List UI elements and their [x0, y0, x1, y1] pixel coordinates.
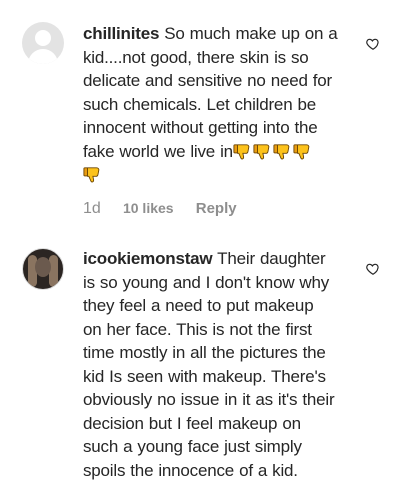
avatar[interactable]	[22, 22, 64, 64]
comment-line: is so young and I don't know why	[83, 272, 330, 292]
avatar-face-shape	[35, 257, 51, 277]
comment-line: fake world we live in	[83, 141, 233, 161]
comment-text: chillinites So much make up on a kid....…	[83, 22, 368, 187]
reply-button[interactable]: Reply	[196, 200, 237, 217]
comment-likes[interactable]: 10 likes	[123, 200, 174, 216]
comment-line: innocent without getting into the	[83, 118, 318, 137]
avatar-shoulders-shape	[28, 49, 58, 64]
comment-line: So much make up on a	[159, 24, 338, 43]
thumbs-down-emoji-icon	[83, 167, 100, 183]
thumbs-down-emoji-icon	[233, 143, 250, 159]
comment-text: icookiemonstaw Their daughter is so youn…	[83, 247, 368, 482]
avatar[interactable]	[22, 248, 64, 290]
comment-username[interactable]: chillinites	[83, 24, 159, 43]
avatar-hair-shape	[49, 255, 58, 287]
comment-line: they feel a need to put makeup	[83, 296, 314, 315]
comment-line: obviously no issue in it as it's their	[83, 390, 335, 409]
thumbs-down-emoji-icon	[293, 143, 310, 159]
comment-line: kid Is seen with makeup. There's	[83, 366, 326, 386]
comment-line: delicate and sensitive no need for	[83, 71, 332, 90]
comment-line: spoils the innocence of a kid.	[83, 460, 298, 480]
comment-line: kid....not good, there skin is so	[83, 47, 309, 67]
comment-line: on her face. This is not the first	[83, 319, 312, 339]
avatar-head-shape	[35, 30, 51, 46]
comment-line: time mostly in all the pictures the	[83, 343, 326, 362]
comment-line: decision but I feel makeup on	[83, 413, 301, 433]
comment-username[interactable]: icookiemonstaw	[83, 249, 213, 268]
comment-line: Their daughter	[212, 249, 326, 268]
heart-icon[interactable]	[366, 37, 380, 51]
heart-icon[interactable]	[366, 262, 380, 276]
thumbs-down-emoji-icon	[253, 143, 270, 159]
comment-timestamp: 1d	[83, 200, 101, 217]
comment-line: such a young face just simply	[83, 437, 302, 456]
comment-meta: 1d 10 likes Reply	[83, 200, 237, 218]
thumbs-down-emoji-icon	[273, 143, 290, 159]
comment-line: such chemicals. Let children be	[83, 94, 316, 114]
